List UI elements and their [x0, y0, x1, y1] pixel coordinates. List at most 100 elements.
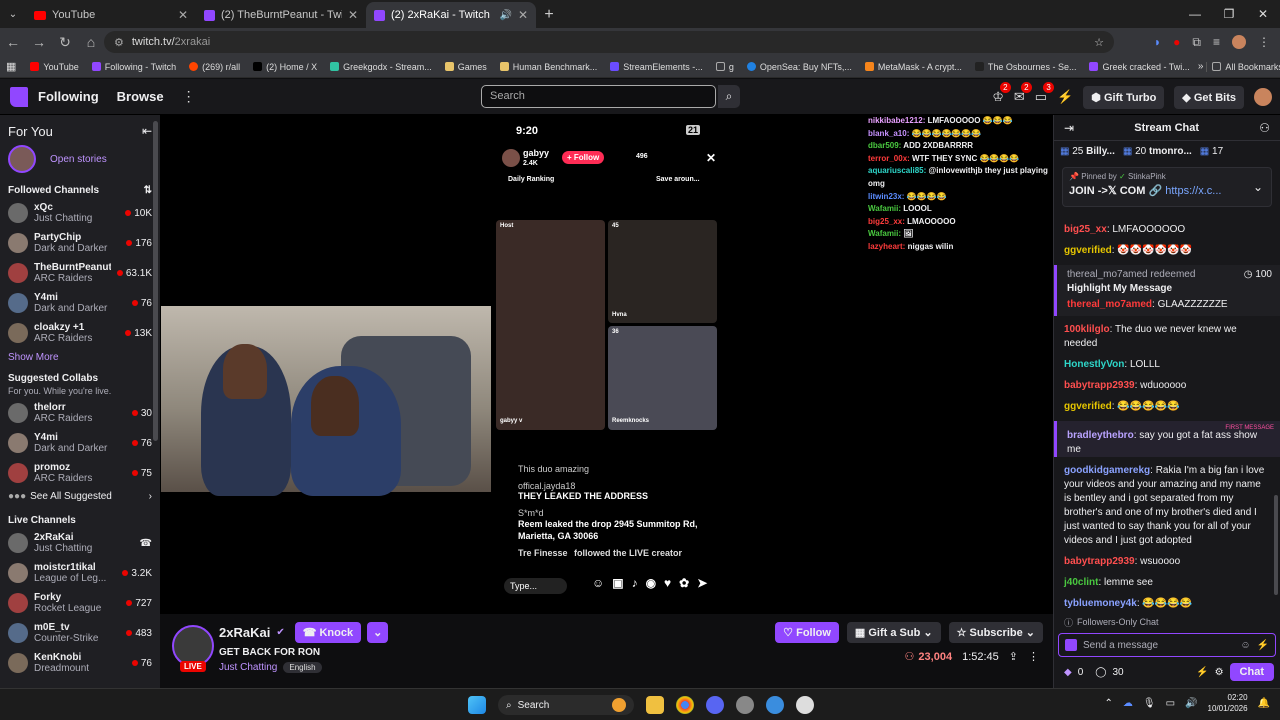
chat-username[interactable]: thereal_mo7amed: [1067, 299, 1152, 310]
bookmark-folder[interactable]: Human Benchmark...: [495, 62, 603, 72]
search-icon[interactable]: ⌕: [718, 85, 740, 108]
apps-icon[interactable]: ▦: [6, 60, 16, 73]
menu-icon[interactable]: ⋮: [1258, 35, 1270, 49]
inbox-icon[interactable]: ✉ 2: [1014, 82, 1032, 105]
extension-icon[interactable]: ⚡: [1196, 667, 1208, 678]
chrome-icon[interactable]: [676, 696, 694, 714]
sidebar-channel[interactable]: Forky Rocket League 727: [0, 588, 160, 618]
leaderboard-entry[interactable]: ▦ 17: [1200, 146, 1223, 157]
sidebar-channel[interactable]: xQc Just Chatting 10K: [0, 198, 160, 228]
sidebar-scrollbar[interactable]: [153, 121, 158, 441]
volume-icon[interactable]: 🔊: [1185, 698, 1197, 709]
site-info-icon[interactable]: ⚙: [114, 36, 124, 49]
network-icon[interactable]: ▭: [1166, 698, 1175, 709]
maximize-icon[interactable]: ❐: [1212, 0, 1246, 28]
users-icon[interactable]: ⚇: [1259, 121, 1270, 135]
pinned-link[interactable]: https://x.c...: [1165, 185, 1221, 197]
leaderboard-entry[interactable]: ▦ 20 tmonro...: [1123, 146, 1192, 157]
chat-username[interactable]: j40clint: [1064, 577, 1098, 588]
gift-turbo-button[interactable]: ⬢ Gift Turbo: [1083, 85, 1165, 109]
bookmark-item[interactable]: Greek cracked - Twi...: [1084, 62, 1194, 72]
bookmark-item[interactable]: YouTube: [25, 62, 83, 72]
chat-username[interactable]: goodkidgamerekg: [1064, 465, 1150, 476]
leaderboard-entry[interactable]: ▦ 25 Billy...: [1060, 146, 1115, 157]
chat-username[interactable]: ggverified: [1064, 245, 1112, 256]
chat-username[interactable]: HonestlyVon: [1064, 359, 1124, 370]
collapse-chat-icon[interactable]: ⇥: [1064, 121, 1074, 135]
knock-dropdown[interactable]: ⌄: [367, 622, 389, 643]
file-explorer-icon[interactable]: [646, 696, 664, 714]
bookmark-item[interactable]: MetaMask - A crypt...: [860, 62, 967, 72]
channel-points-icon[interactable]: ◯: [1095, 667, 1106, 678]
bookmark-item[interactable]: Greekgodx - Stream...: [325, 62, 437, 72]
windows-start-icon[interactable]: [468, 696, 486, 714]
extension-icon[interactable]: ◗: [1154, 35, 1161, 49]
share-icon[interactable]: ⇪: [1009, 650, 1018, 663]
home-icon[interactable]: ⌂: [78, 34, 104, 50]
category-link[interactable]: Just Chatting: [219, 662, 277, 673]
settings-icon[interactable]: ⚙: [1215, 667, 1224, 678]
open-stories[interactable]: Open stories: [0, 143, 160, 175]
chat-username[interactable]: babytrapp2939: [1064, 380, 1135, 391]
tab-theburntpeanut[interactable]: (2) TheBurntPeanut - Twitch ✕: [196, 2, 366, 28]
get-bits-button[interactable]: ◆ Get Bits: [1174, 85, 1244, 109]
bookmark-item[interactable]: (2) Home / X: [248, 62, 322, 72]
back-icon[interactable]: ←: [0, 34, 26, 50]
knock-button[interactable]: ☎ Knock: [294, 622, 362, 643]
follow-button[interactable]: ♡ Follow: [775, 622, 839, 643]
sidebar-channel[interactable]: Y4mi Dark and Darker 76: [0, 428, 160, 458]
close-icon[interactable]: ✕: [178, 8, 188, 22]
puzzle-icon[interactable]: ⧉: [1192, 35, 1201, 50]
bookmark-item[interactable]: The Osbournes - Se...: [970, 62, 1082, 72]
new-tab-button[interactable]: +: [536, 2, 562, 28]
video-player[interactable]: 9:20 21 gabyy 2.4K + Follow 496 ✕ Daily …: [160, 115, 1053, 614]
bits-icon[interactable]: ◆: [1064, 667, 1072, 678]
pinned-message[interactable]: 📌 Pinned by ✓ StinkaPink JOIN ->𝕏 COM 🔗 …: [1062, 167, 1272, 207]
reload-icon[interactable]: ↻: [52, 34, 78, 51]
bookmark-star-icon[interactable]: ☆: [1094, 36, 1104, 49]
show-more-link[interactable]: Show More: [0, 348, 160, 367]
media-icon[interactable]: ≡: [1213, 35, 1220, 49]
collapse-icon[interactable]: ⇤: [142, 124, 152, 139]
gift-sub-button[interactable]: ▦ Gift a Sub ⌄: [846, 622, 941, 643]
nav-browse[interactable]: Browse: [117, 89, 164, 104]
chat-username[interactable]: babytrapp2939: [1064, 556, 1135, 567]
profile-avatar[interactable]: [1232, 35, 1246, 49]
settings-icon[interactable]: [736, 696, 754, 714]
sidebar-channel[interactable]: thelorr ARC Raiders 30: [0, 398, 160, 428]
chat-username[interactable]: 100klilglo: [1064, 324, 1110, 335]
activity-icon[interactable]: ⚡: [1057, 89, 1073, 105]
tab-2xrakai[interactable]: (2) 2xRaKai - Twitch 🔊 ✕: [366, 2, 536, 28]
see-all-suggested[interactable]: ●●● See All Suggested ›: [0, 488, 160, 505]
chevron-down-icon[interactable]: ⌄: [1253, 180, 1263, 194]
user-avatar[interactable]: [1254, 88, 1272, 106]
tab-search-icon[interactable]: ⌄: [0, 2, 26, 28]
chat-username[interactable]: bradleythebro: [1067, 430, 1134, 441]
sidebar-channel[interactable]: promoz ARC Raiders 75: [0, 458, 160, 488]
sidebar-channel[interactable]: KenKnobi Dreadmount 76: [0, 648, 160, 678]
chat-username[interactable]: ggverified: [1064, 401, 1112, 412]
all-bookmarks[interactable]: All Bookmarks: [1206, 61, 1280, 72]
mic-icon[interactable]: 🎙: [1143, 698, 1156, 709]
sidebar-channel[interactable]: Y4mi Dark and Darker 76: [0, 288, 160, 318]
chat-scrollbar[interactable]: [1274, 495, 1278, 595]
sort-icon[interactable]: ⇅: [144, 185, 152, 196]
bookmark-item[interactable]: Following - Twitch: [87, 62, 181, 72]
sidebar-channel[interactable]: PartyChip Dark and Darker 176: [0, 228, 160, 258]
taskbar-search[interactable]: ⌕ Search: [498, 695, 634, 715]
audio-icon[interactable]: 🔊: [499, 10, 511, 21]
search-input[interactable]: Search: [481, 85, 716, 108]
bookmark-item[interactable]: StreamElements -...: [605, 62, 708, 72]
chevron-right-icon[interactable]: »: [1198, 61, 1204, 72]
close-icon[interactable]: ✕: [348, 8, 358, 22]
bookmark-item[interactable]: OpenSea: Buy NFTs,...: [742, 62, 857, 72]
tag-english[interactable]: English: [283, 662, 322, 673]
whispers-icon[interactable]: ▭ 3: [1035, 82, 1055, 105]
chat-username[interactable]: big25_xx: [1064, 224, 1107, 235]
steam-icon[interactable]: [796, 696, 814, 714]
onedrive-icon[interactable]: ☁: [1123, 698, 1133, 709]
extension-icon[interactable]: ●: [1173, 35, 1180, 49]
kick-icon[interactable]: ⚡: [1257, 640, 1269, 651]
more-icon[interactable]: ⋮: [1028, 650, 1039, 663]
chat-send-button[interactable]: Chat: [1229, 663, 1274, 681]
